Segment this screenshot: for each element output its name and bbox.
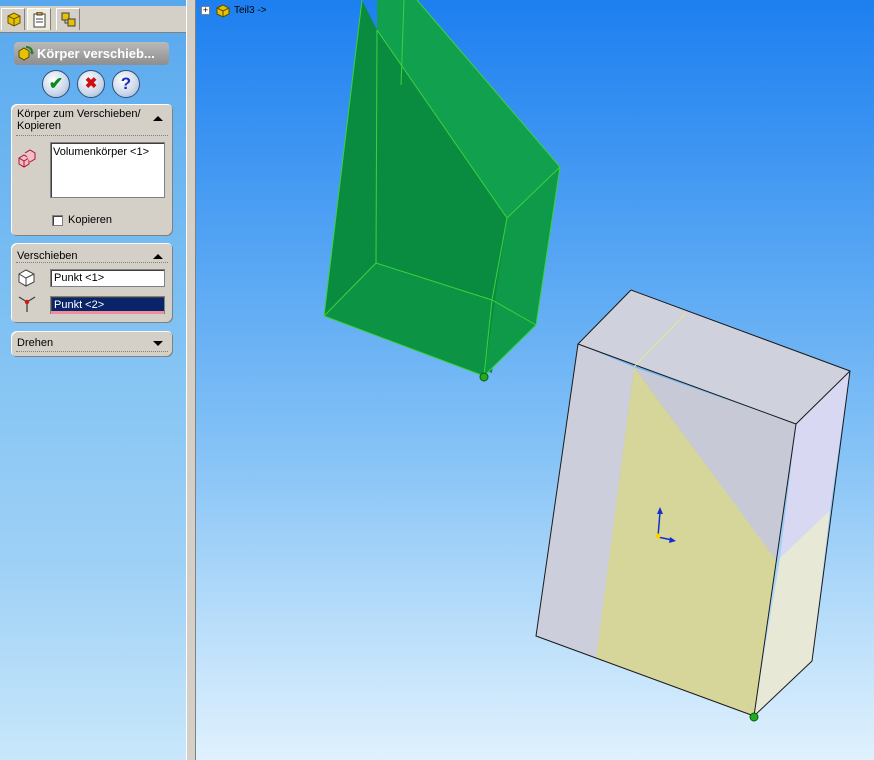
end-point-marker[interactable] [749,712,759,722]
group-bodies-heading-line1: Körper zum Verschieben/ [17,108,141,120]
property-manager-title: Körper verschieb... [14,42,169,65]
tab-feature-manager[interactable] [1,8,25,30]
expand-chevron-icon[interactable] [153,341,163,346]
start-point-value: Punkt <1> [54,272,105,284]
ok-button[interactable]: ✔ [42,70,70,98]
copy-checkbox-label: Kopieren [68,214,113,226]
feature-manager-icon [7,12,21,27]
tab-property-manager[interactable] [27,8,51,30]
check-icon: ✔ [48,74,64,93]
group-translate-header[interactable]: Verschieben [17,247,167,262]
group-separator [16,135,168,136]
vertex-point-icon [18,269,35,287]
copy-checkbox[interactable] [52,215,63,226]
graphics-viewport[interactable]: + Teil3 -> [196,0,874,760]
help-question-icon: ? [120,74,132,93]
group-separator [16,262,168,263]
group-rotate[interactable]: Drehen [11,331,173,357]
panel-splitter[interactable] [186,0,196,760]
title-text: Körper verschieb... [37,46,155,61]
collapse-chevron-icon[interactable] [153,254,163,259]
selected-body-item[interactable]: Volumenkörper <1> [53,146,162,158]
solid-bodies-icon [18,149,36,168]
group-translate-heading: Verschieben [17,250,78,262]
group-bodies-heading-line2: Kopieren [17,120,62,132]
group-bodies-to-move: Körper zum Verschieben/ Kopieren Volumen… [11,104,173,236]
start-point-marker[interactable] [479,372,489,382]
help-button[interactable]: ? [112,70,140,98]
model-scene[interactable] [196,0,874,760]
end-point-icon [18,296,36,312]
grey-box-body[interactable] [535,289,851,722]
bodies-selection-list[interactable]: Volumenkörper <1> [50,142,165,198]
start-point-field[interactable]: Punkt <1> [50,269,165,287]
end-point-value: Punkt <2> [54,299,105,311]
collapse-chevron-icon[interactable] [153,116,163,121]
tab-configuration-manager[interactable] [56,8,80,30]
manager-tab-bar [0,6,186,33]
move-body-icon [18,46,34,61]
group-translate: Verschieben Punkt <1> Punkt <2> [11,243,173,323]
cancel-button[interactable]: ✖ [77,70,105,98]
end-point-field[interactable]: Punkt <2> [50,296,165,314]
property-manager-panel: Körper verschieb... ✔ ✖ ? Körper zum Ver… [0,0,186,760]
group-rotate-heading: Drehen [17,337,54,349]
group-bodies-header[interactable]: Körper zum Verschieben/ Kopieren [17,108,167,132]
property-manager-icon [33,12,46,28]
group-separator [16,351,168,352]
configuration-manager-icon [61,12,76,27]
cancel-x-icon: ✖ [84,75,98,92]
green-solid-body[interactable] [323,0,561,382]
group-rotate-header[interactable]: Drehen [17,335,167,349]
